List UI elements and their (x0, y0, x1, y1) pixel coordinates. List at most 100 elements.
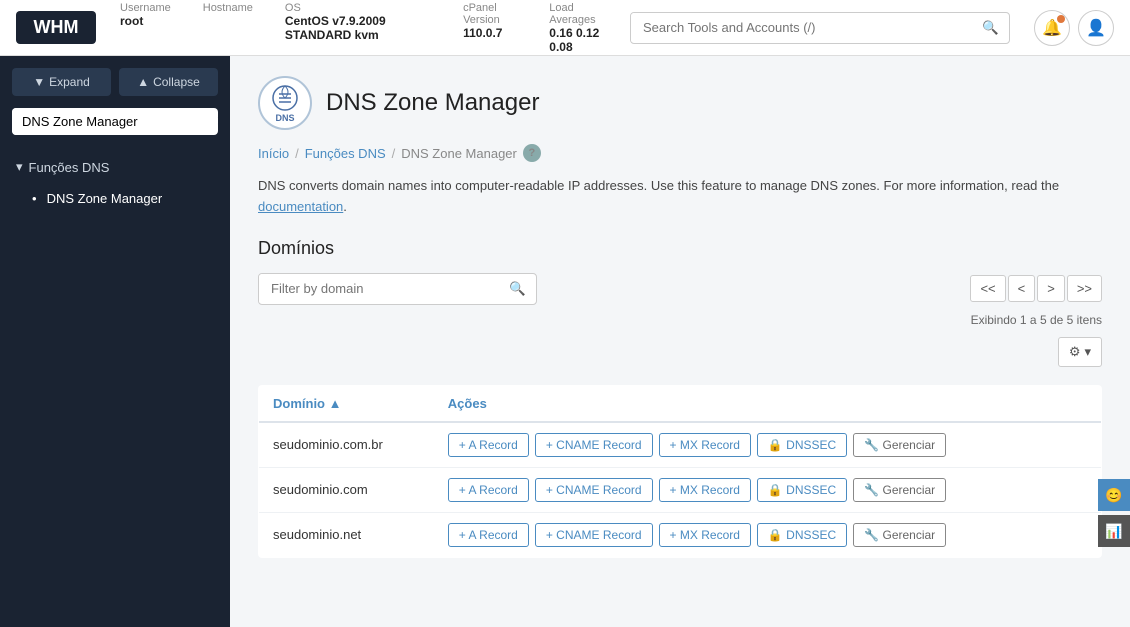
breadcrumb: Início / Funções DNS / DNS Zone Manager … (258, 144, 1102, 162)
action-button-0[interactable]: + A Record (448, 433, 529, 457)
username-value: root (120, 14, 171, 28)
breadcrumb-funcoes-dns[interactable]: Funções DNS (305, 146, 386, 161)
os-label: OS (285, 2, 431, 14)
pagination-prev-button[interactable]: < (1008, 275, 1036, 302)
filter-input[interactable] (259, 274, 499, 303)
filter-row: 🔍 << < > >> (258, 273, 1102, 305)
content-area: DNS DNS Zone Manager Início / Funções DN… (230, 56, 1130, 627)
sidebar-buttons: ▼ Expand ▲ Collapse (0, 68, 230, 108)
breadcrumb-inicio[interactable]: Início (258, 146, 289, 161)
search-box: 🔍 (630, 12, 1010, 44)
table-row: seudominio.com.br + A Record+ CNAME Recor… (259, 422, 1102, 468)
pagination: << < > >> (970, 275, 1102, 302)
chevron-down-icon: ▾ (16, 159, 23, 175)
col-domain: Domínio ▲ (259, 385, 434, 422)
pagination-first-button[interactable]: << (970, 275, 1005, 302)
load-label: Load Averages (549, 2, 606, 26)
settings-button[interactable]: ⚙ ▾ (1058, 337, 1102, 367)
actions-container: + A Record+ CNAME Record+ MX Record🔒 DNS… (448, 433, 1087, 457)
cpanel-value: 110.0.7 (463, 26, 517, 40)
sidebar: ▼ Expand ▲ Collapse ✕ ▾ Funções DNS DNS … (0, 56, 230, 627)
action-button-1[interactable]: + CNAME Record (535, 478, 653, 502)
page-icon: DNS (258, 76, 312, 130)
col-domain-label: Domínio (273, 396, 325, 411)
description-text: DNS converts domain names into computer-… (258, 178, 1059, 193)
os-value: CentOS v7.9.2009 STANDARD kvm (285, 14, 431, 42)
table-header-row: Domínio ▲ Ações (259, 385, 1102, 422)
action-button-2[interactable]: + MX Record (659, 433, 751, 457)
page-title: DNS Zone Manager (326, 89, 539, 117)
action-button-3[interactable]: 🔒 DNSSEC (757, 478, 847, 502)
actions-cell: + A Record+ CNAME Record+ MX Record🔒 DNS… (434, 512, 1102, 557)
notifications-button[interactable]: 🔔 (1034, 10, 1070, 46)
user-menu-button[interactable]: 👤 (1078, 10, 1114, 46)
cpanel-version-meta: cPanel Version 110.0.7 (463, 2, 517, 54)
sidebar-search-input[interactable] (12, 108, 208, 135)
collapse-icon: ▲ (137, 75, 149, 89)
domain-cell: seudominio.com (259, 467, 434, 512)
topbar-meta: Username root Hostname OS CentOS v7.9.20… (120, 2, 606, 54)
action-button-4[interactable]: 🔧 Gerenciar (853, 478, 946, 502)
expand-button[interactable]: ▼ Expand (12, 68, 111, 96)
page-header: DNS DNS Zone Manager (258, 76, 1102, 130)
hostname-meta: Hostname (203, 2, 253, 54)
sidebar-item-dns-zone-manager[interactable]: DNS Zone Manager (0, 183, 230, 214)
username-meta: Username root (120, 2, 171, 54)
action-button-0[interactable]: + A Record (448, 523, 529, 547)
table-row: seudominio.com+ A Record+ CNAME Record+ … (259, 467, 1102, 512)
topbar: WHM Username root Hostname OS CentOS v7.… (0, 0, 1130, 56)
settings-dropdown-arrow: ▾ (1084, 344, 1091, 360)
floating-chat-icon[interactable]: 😊 (1098, 479, 1130, 511)
username-label: Username (120, 2, 171, 14)
action-button-0[interactable]: + A Record (448, 478, 529, 502)
sidebar-search-box: ✕ (12, 108, 218, 135)
action-button-4[interactable]: 🔧 Gerenciar (853, 523, 946, 547)
action-button-1[interactable]: + CNAME Record (535, 523, 653, 547)
os-meta: OS CentOS v7.9.2009 STANDARD kvm (285, 2, 431, 54)
cpanel-label: cPanel Version (463, 2, 517, 26)
action-button-4[interactable]: 🔧 Gerenciar (853, 433, 946, 457)
actions-container: + A Record+ CNAME Record+ MX Record🔒 DNS… (448, 523, 1087, 547)
filter-search-button[interactable]: 🔍 (499, 274, 536, 304)
gear-icon: ⚙ (1069, 344, 1081, 360)
whm-logo: WHM (16, 11, 96, 44)
col-actions: Ações (434, 385, 1102, 422)
page-description: DNS converts domain names into computer-… (258, 176, 1102, 218)
documentation-link[interactable]: documentation (258, 199, 343, 214)
sidebar-section-dns: ▾ Funções DNS DNS Zone Manager (0, 147, 230, 218)
hostname-label: Hostname (203, 2, 253, 14)
topbar-icons: 🔔 👤 (1034, 10, 1114, 46)
dns-icon-svg (271, 84, 299, 112)
floating-icons: 😊 📊 (1098, 479, 1130, 547)
sidebar-category-label: Funções DNS (29, 160, 110, 175)
collapse-button[interactable]: ▲ Collapse (119, 68, 218, 96)
settings-row: ⚙ ▾ (258, 337, 1102, 377)
section-title: Domínios (258, 238, 1102, 259)
action-button-3[interactable]: 🔒 DNSSEC (757, 433, 847, 457)
expand-label: Expand (49, 75, 90, 89)
action-button-2[interactable]: + MX Record (659, 523, 751, 547)
main-layout: ▼ Expand ▲ Collapse ✕ ▾ Funções DNS DNS … (0, 56, 1130, 627)
sidebar-clear-button[interactable]: ✕ (208, 109, 218, 134)
pagination-info: Exibindo 1 a 5 de 5 itens (258, 313, 1102, 327)
breadcrumb-sep-1: / (295, 146, 299, 161)
floating-chart-icon[interactable]: 📊 (1098, 515, 1130, 547)
load-value: 0.16 0.12 0.08 (549, 26, 606, 54)
domain-cell: seudominio.com.br (259, 422, 434, 468)
help-icon[interactable]: ? (523, 144, 541, 162)
collapse-label: Collapse (153, 75, 200, 89)
search-input[interactable] (631, 13, 972, 42)
actions-cell: + A Record+ CNAME Record+ MX Record🔒 DNS… (434, 467, 1102, 512)
action-button-2[interactable]: + MX Record (659, 478, 751, 502)
pagination-next-button[interactable]: > (1037, 275, 1065, 302)
sidebar-category-dns[interactable]: ▾ Funções DNS (0, 151, 230, 183)
actions-cell: + A Record+ CNAME Record+ MX Record🔒 DNS… (434, 422, 1102, 468)
sort-arrow-icon: ▲ (329, 396, 342, 411)
icon-label: DNS (275, 113, 294, 123)
breadcrumb-sep-2: / (392, 146, 396, 161)
pagination-last-button[interactable]: >> (1067, 275, 1102, 302)
load-averages-meta: Load Averages 0.16 0.12 0.08 (549, 2, 606, 54)
action-button-3[interactable]: 🔒 DNSSEC (757, 523, 847, 547)
action-button-1[interactable]: + CNAME Record (535, 433, 653, 457)
search-button[interactable]: 🔍 (972, 13, 1009, 43)
